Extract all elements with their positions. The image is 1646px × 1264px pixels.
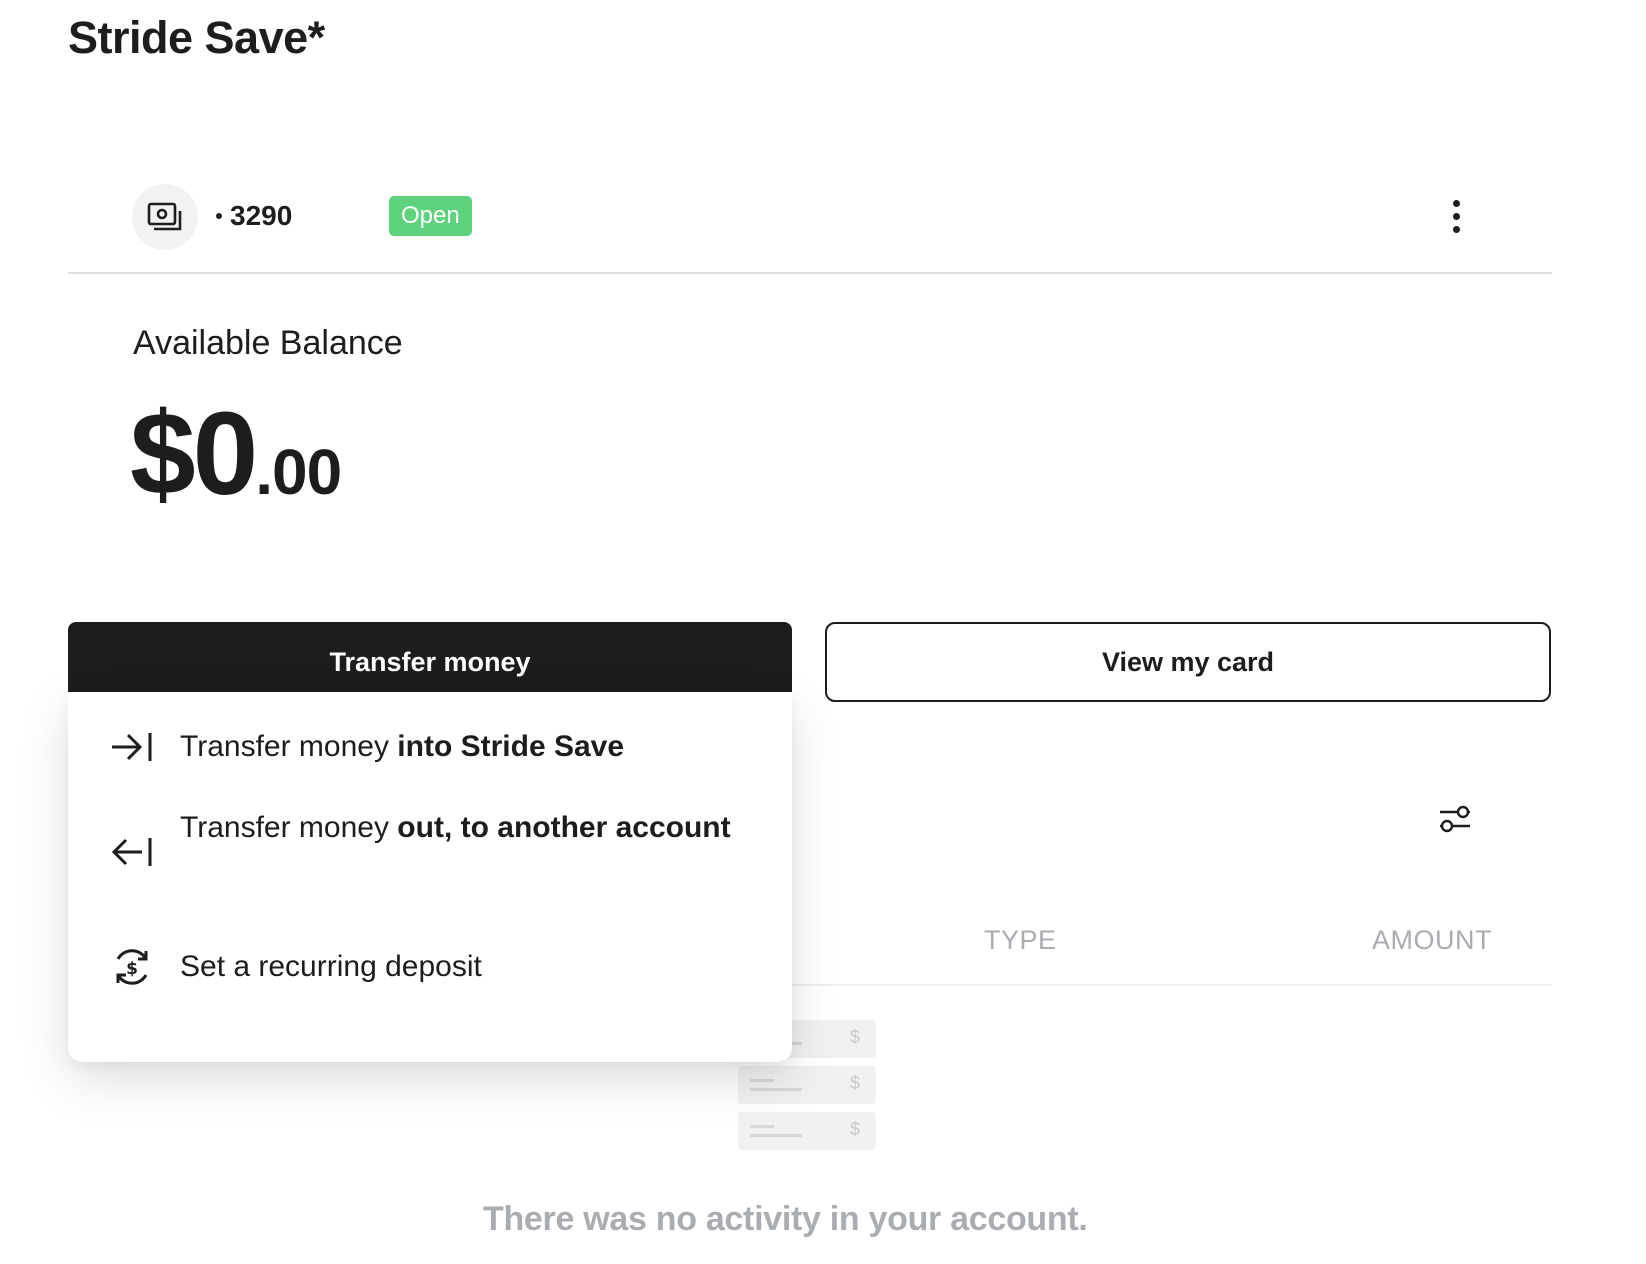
more-vertical-icon-dot [1452,199,1460,207]
account-number: 3290 [216,200,292,232]
menu-item-label-bold: out, to another account [397,811,731,844]
page-title: Stride Save* [68,12,325,63]
menu-item-recurring-deposit[interactable]: $ Set a recurring deposit [68,930,792,1004]
menu-item-label: Transfer money out, to another account [180,804,740,852]
menu-item-label-bold: into Stride Save [397,730,625,763]
placeholder-dollar: $ [849,1027,860,1047]
menu-item-label-regular: Transfer money [180,730,398,763]
transfer-money-button[interactable]: Transfer money [68,622,792,702]
menu-item-transfer-out[interactable]: Transfer money out, to another account [68,802,792,902]
placeholder-dollar: $ [849,1073,860,1093]
status-badge: Open [389,196,472,236]
more-vertical-icon-dot [1452,212,1460,220]
balance-label: Available Balance [133,324,403,362]
view-card-button[interactable]: View my card [825,622,1551,702]
placeholder-row: $ [738,1112,876,1150]
menu-item-label: Set a recurring deposit [180,943,740,991]
column-header-amount: AMOUNT [1372,925,1492,955]
arrow-right-to-bar-icon [112,733,152,761]
svg-text:$: $ [126,959,138,979]
account-header: 3290 Open [68,180,1552,274]
balance-cents: .00 [255,436,342,508]
more-options-button[interactable] [1438,194,1474,238]
transfer-menu: Transfer money into Stride Save Transfer… [68,692,792,1062]
balance-dollars: $0 [130,388,258,520]
column-header-type: TYPE [984,925,1057,955]
menu-item-label-regular: Set a recurring deposit [180,950,482,983]
mask-dot [216,213,222,219]
account-number-digits: 3290 [230,200,293,231]
arrow-left-from-bar-icon [111,838,152,866]
balance-amount: $0 .00 [130,386,342,522]
empty-activity-message: There was no activity in your account. [483,1200,1088,1238]
cash-icon [147,202,182,231]
menu-item-label-regular: Transfer money [180,811,398,844]
recurring-dollar-icon: $ [116,949,148,985]
placeholder-row: $ [738,1066,876,1104]
menu-item-transfer-in[interactable]: Transfer money into Stride Save [68,712,792,782]
placeholder-dollar: $ [849,1119,860,1139]
menu-item-label: Transfer money into Stride Save [180,723,740,771]
filter-sliders-icon[interactable] [1436,800,1474,838]
more-vertical-icon-dot [1452,225,1460,233]
account-avatar [132,184,198,250]
account-page: Stride Save* 3290 Open Available Balance… [0,0,1646,1264]
